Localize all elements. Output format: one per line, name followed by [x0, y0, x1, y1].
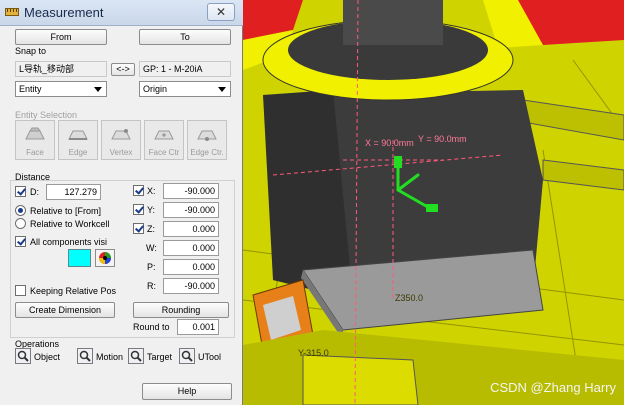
x-label: X: [147, 186, 156, 196]
relative-workcell-label: Relative to Workcell [30, 219, 110, 229]
create-dimension-button[interactable]: Create Dimension [15, 302, 115, 318]
entity-selection-label: Entity Selection [15, 110, 78, 120]
z-checkbox[interactable] [133, 223, 144, 234]
entity-face-label: Face [26, 148, 44, 157]
help-button[interactable]: Help [142, 383, 232, 400]
snap-from-mode-select[interactable]: Entity [15, 81, 107, 97]
x-measure-label: X = 90.0mm [365, 138, 414, 148]
ruler-icon [5, 8, 19, 16]
snap-to-mode-value: Origin [143, 84, 168, 94]
x-field[interactable]: -90.000 [163, 183, 219, 199]
vertex-icon [111, 129, 131, 140]
keeping-relative-label: Keeping Relative Pos [30, 286, 117, 296]
distance-checkbox[interactable] [15, 186, 26, 197]
3d-viewport[interactable]: X = 90.0mm Y = 90.0mm Z350.0 Y-315.0 CSD… [243, 0, 624, 405]
x-checkbox[interactable] [133, 185, 144, 196]
snap-from-name: L导轨_移动部 [15, 61, 107, 77]
operation-utool-label: UTool [198, 352, 222, 362]
entity-edge-center-button[interactable]: Edge Ctr. [187, 120, 227, 160]
keeping-relative-checkbox[interactable] [15, 285, 26, 296]
magnifier-icon [181, 350, 193, 362]
relative-workcell-radio[interactable] [15, 218, 26, 229]
operation-target-button[interactable] [128, 348, 144, 364]
scene-graphic [243, 0, 624, 405]
w-field[interactable]: 0.000 [163, 240, 219, 256]
operation-target-label: Target [147, 352, 173, 362]
operation-motion-label: Motion [96, 352, 124, 362]
snap-to-label: Snap to [15, 46, 47, 56]
relative-from-radio[interactable] [15, 205, 26, 216]
magnifier-icon [79, 350, 91, 362]
entity-face-center-label: Face Ctr [148, 148, 180, 157]
distance-d-label: D: [30, 187, 39, 197]
color-wheel-icon [99, 252, 111, 264]
all-components-label: All components visi [30, 237, 108, 247]
operation-utool-button[interactable] [179, 348, 195, 364]
swap-button[interactable]: <-> [111, 63, 135, 76]
edge-icon [68, 130, 88, 140]
y-label: Y: [147, 205, 156, 215]
entity-vertex-label: Vertex [109, 148, 133, 157]
edge-center-icon [197, 130, 217, 141]
close-button[interactable]: ✕ [207, 3, 235, 21]
y-field[interactable]: -90.000 [163, 202, 219, 218]
entity-vertex-button[interactable]: Vertex [101, 120, 141, 160]
watermark: CSDN @Zhang Harry [490, 380, 616, 395]
entity-edge-label: Edge [68, 148, 88, 157]
chevron-down-icon [218, 87, 226, 92]
p-field[interactable]: 0.000 [163, 259, 219, 275]
w-label: W: [146, 243, 157, 253]
magnifier-icon [17, 350, 29, 362]
chevron-down-icon [94, 87, 102, 92]
dialog-title: Measurement [24, 5, 104, 20]
from-button[interactable]: From [15, 29, 107, 45]
z-field[interactable]: 0.000 [163, 221, 219, 237]
snap-to-mode-select[interactable]: Origin [139, 81, 231, 97]
z-coordinate-label: Z350.0 [395, 293, 424, 303]
round-to-field[interactable]: 0.001 [177, 319, 219, 335]
face-center-icon [154, 130, 174, 140]
y-coordinate-label: Y-315.0 [298, 348, 329, 358]
rounding-button[interactable]: Rounding [133, 302, 229, 318]
entity-face-button[interactable]: Face [15, 120, 55, 160]
relative-from-label: Relative to [From] [30, 206, 102, 216]
r-label: R: [147, 281, 156, 291]
face-icon [25, 127, 45, 140]
color-picker-button[interactable] [95, 249, 115, 267]
operation-motion-button[interactable] [77, 348, 93, 364]
entity-edge-button[interactable]: Edge [58, 120, 98, 160]
entity-edge-center-label: Edge Ctr. [190, 148, 224, 157]
title-bar[interactable]: Measurement ✕ [0, 0, 243, 26]
operation-object-label: Object [34, 352, 61, 362]
all-components-checkbox[interactable] [15, 236, 26, 247]
snap-to-name: GP: 1 - M-20iA [139, 61, 231, 77]
line-color-swatch[interactable] [68, 249, 91, 267]
measurement-dialog: Measurement ✕ From To Snap to L导轨_移动部 <-… [0, 0, 243, 405]
entity-face-center-button[interactable]: Face Ctr [144, 120, 184, 160]
operation-object-button[interactable] [15, 348, 31, 364]
distance-d-field[interactable]: 127.279 [46, 184, 101, 200]
round-to-label: Round to [133, 322, 170, 332]
snap-from-mode-value: Entity [19, 84, 42, 94]
magnifier-icon [130, 350, 142, 362]
y-checkbox[interactable] [133, 204, 144, 215]
y-measure-label: Y = 90.0mm [418, 134, 467, 144]
to-button[interactable]: To [139, 29, 231, 45]
p-label: P: [147, 262, 156, 272]
z-label: Z: [147, 224, 155, 234]
r-field[interactable]: -90.000 [163, 278, 219, 294]
